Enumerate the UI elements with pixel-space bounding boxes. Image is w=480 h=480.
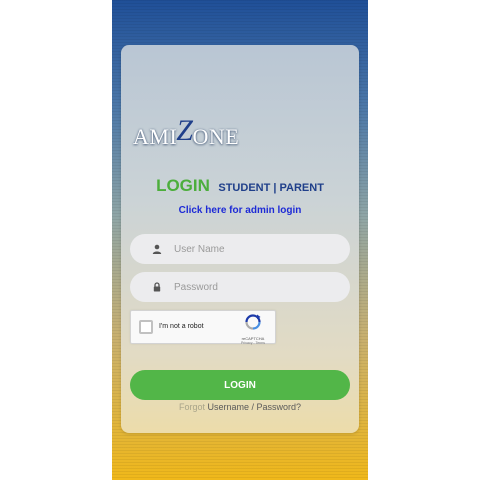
user-icon xyxy=(150,242,164,256)
lock-icon xyxy=(150,280,164,294)
username-field[interactable] xyxy=(130,234,350,264)
logo-z-mark: Z xyxy=(176,114,194,147)
admin-login-link[interactable]: Click here for admin login xyxy=(0,205,480,216)
recaptcha-terms-link[interactable]: Privacy - Terms xyxy=(235,341,271,345)
username-input[interactable] xyxy=(174,243,334,255)
forgot-credentials-link[interactable]: Username / Password? xyxy=(207,402,301,412)
logo-text-left: AMI xyxy=(133,124,178,149)
password-field[interactable] xyxy=(130,272,350,302)
login-button[interactable]: LOGIN xyxy=(130,370,350,400)
recaptcha-icon xyxy=(245,314,261,330)
login-heading-roles: STUDENT | PARENT xyxy=(218,182,324,194)
logo-text-right: ONE xyxy=(192,124,240,149)
amizone-logo: AMIZONE xyxy=(133,114,257,150)
forgot-prefix: Forgot xyxy=(178,402,205,412)
login-heading-title: LOGIN xyxy=(156,176,210,195)
login-heading: LOGIN STUDENT | PARENT xyxy=(0,176,480,196)
recaptcha-checkbox[interactable] xyxy=(139,320,153,334)
forgot-credentials: Forgot Username / Password? xyxy=(0,402,480,412)
recaptcha-label: I'm not a robot xyxy=(159,323,204,330)
password-input[interactable] xyxy=(174,281,334,293)
recaptcha-logo-area: reCAPTCHA Privacy - Terms xyxy=(235,314,271,345)
recaptcha-widget: I'm not a robot reCAPTCHA Privacy - Term… xyxy=(130,310,276,345)
